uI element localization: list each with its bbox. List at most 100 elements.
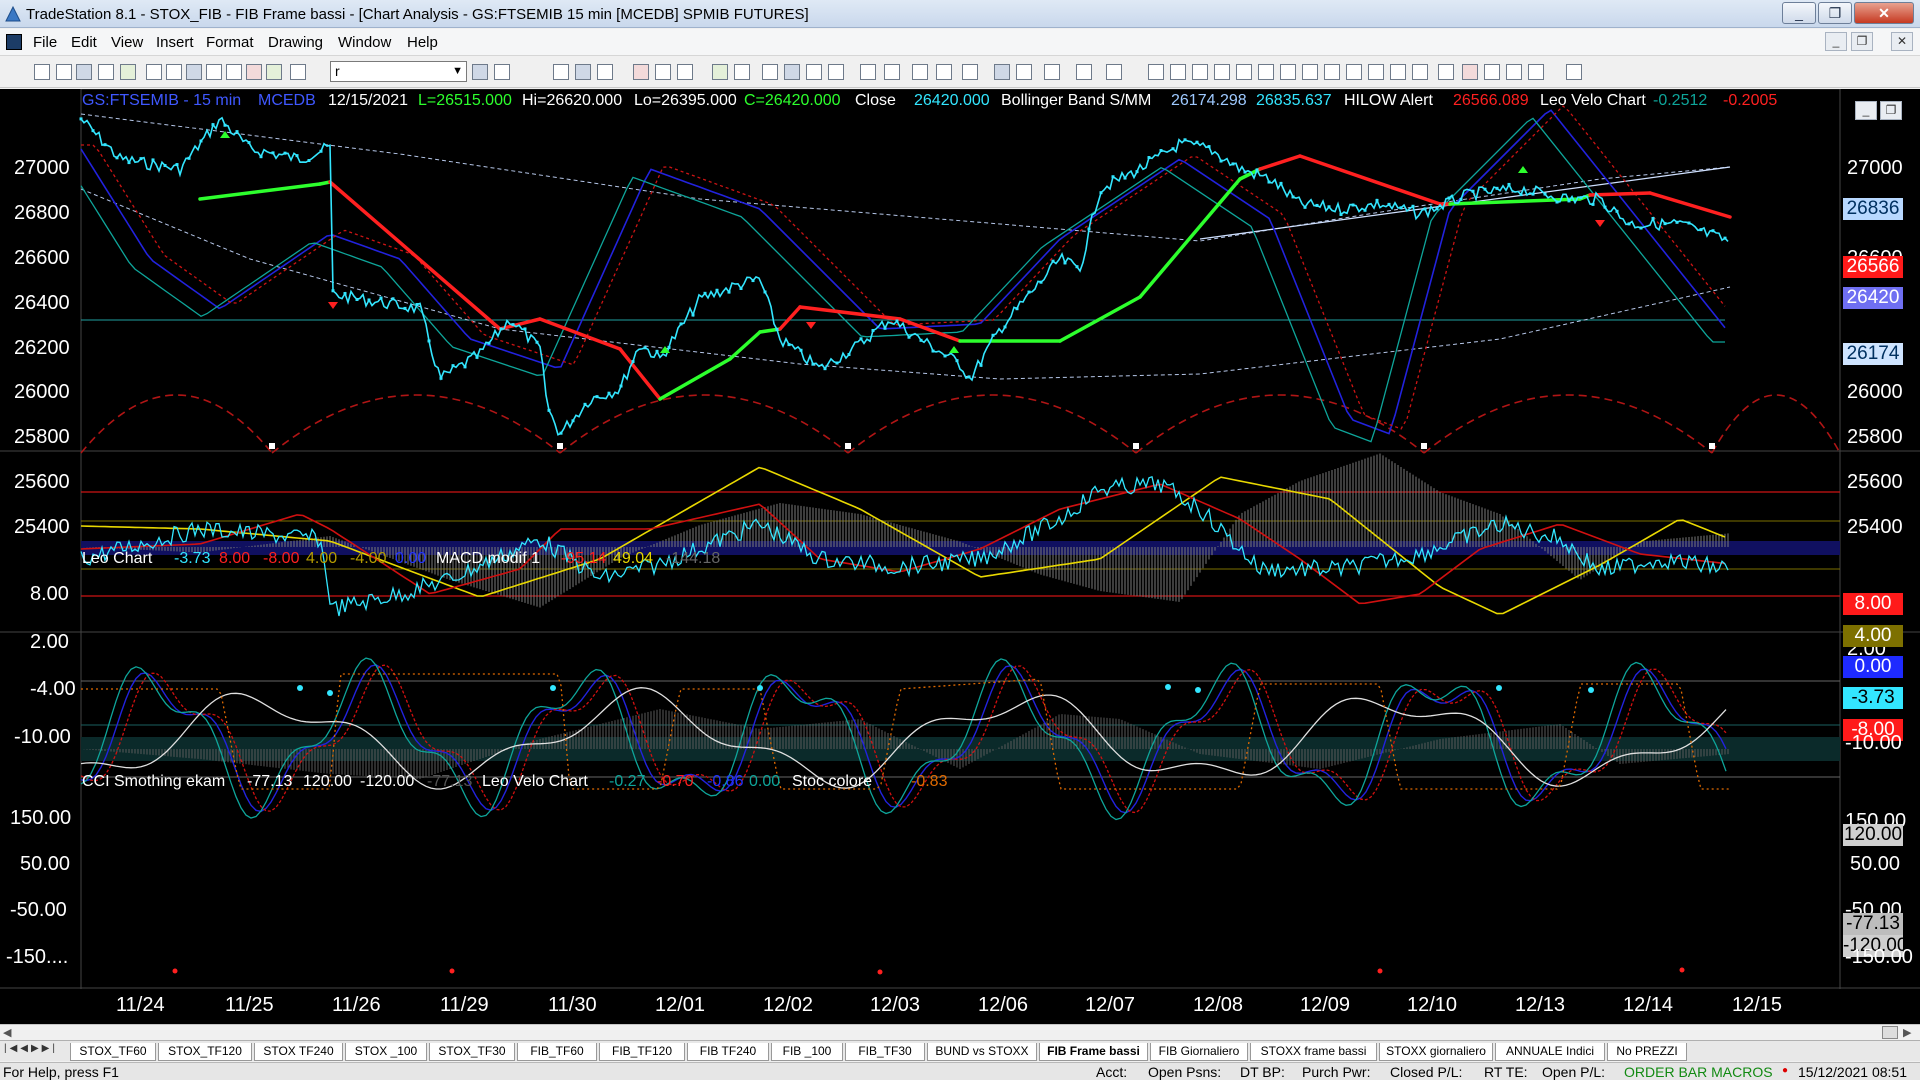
regression-icon[interactable]	[1258, 64, 1274, 80]
close-button[interactable]: ✕	[1854, 2, 1914, 24]
strategy-icon[interactable]	[655, 64, 671, 80]
text-icon[interactable]	[1566, 64, 1582, 80]
tab-stoxx-frame-bassi[interactable]: STOXX frame bassi	[1250, 1043, 1377, 1061]
tab-fib-tf120[interactable]: FIB_TF120	[599, 1043, 685, 1061]
point-figure-icon[interactable]	[828, 64, 844, 80]
hand-icon[interactable]	[1076, 64, 1092, 80]
eraser-icon[interactable]	[1106, 64, 1122, 80]
spiral-icon[interactable]	[1412, 64, 1428, 80]
hilow-band-segment	[328, 180, 502, 331]
bar-chart-icon[interactable]	[762, 64, 778, 80]
undo-icon[interactable]	[246, 64, 262, 80]
chart-doc-icon[interactable]	[6, 34, 22, 50]
chart-restore-button[interactable]: ❐	[1880, 101, 1902, 120]
tab-fib-tf60[interactable]: FIB_TF60	[517, 1043, 597, 1061]
parallel-lines-icon[interactable]	[1170, 64, 1186, 80]
trendline-icon[interactable]	[1148, 64, 1164, 80]
freehand-icon[interactable]	[1438, 64, 1454, 80]
tab-fib-giornaliero[interactable]: FIB Giornaliero	[1150, 1043, 1248, 1061]
andrews-pitchfork-icon[interactable]	[1324, 64, 1340, 80]
minimize-button[interactable]: _	[1782, 2, 1816, 24]
new-icon[interactable]	[34, 64, 50, 80]
chart-minimize-button[interactable]: _	[1855, 101, 1877, 120]
horizontal-line-icon[interactable]	[1192, 64, 1208, 80]
cut-icon[interactable]	[186, 64, 202, 80]
menu-edit[interactable]: Edit	[71, 34, 97, 51]
scroll-left-icon[interactable]: ◀	[3, 1026, 11, 1039]
tools-icon[interactable]	[1044, 64, 1060, 80]
scroll-thumb[interactable]	[1882, 1026, 1898, 1039]
cycle-icon[interactable]	[1390, 64, 1406, 80]
indicator-icon[interactable]	[633, 64, 649, 80]
menu-insert[interactable]: Insert	[156, 34, 194, 51]
order-bar-macros[interactable]: ORDER BAR MACROS	[1624, 1064, 1773, 1080]
tab-stox-tf120[interactable]: STOX_TF120	[158, 1043, 252, 1061]
tab-fib-tf240[interactable]: FIB TF240	[687, 1043, 769, 1061]
maximize-button[interactable]: ❐	[1818, 2, 1852, 24]
crosshair-icon[interactable]	[1016, 64, 1032, 80]
mdi-restore-button[interactable]: ❐	[1851, 32, 1873, 51]
go-arrow-icon[interactable]	[472, 64, 488, 80]
scroll-right-icon[interactable]: ▶	[1903, 1026, 1911, 1039]
tab-stox-tf60[interactable]: STOX_TF60	[70, 1043, 156, 1061]
menu-view[interactable]: View	[111, 34, 143, 51]
tab-annuale-indici[interactable]: ANNUALE Indici	[1495, 1043, 1605, 1061]
chevron-down-icon[interactable]: ▼	[452, 62, 463, 81]
find-symbol-icon[interactable]	[494, 64, 510, 80]
open-icon[interactable]	[56, 64, 72, 80]
radar-screen-icon[interactable]	[575, 64, 591, 80]
menu-format[interactable]: Format	[206, 34, 254, 51]
mdi-minimize-button[interactable]: _	[1825, 32, 1847, 51]
tab-bund-vs-stoxx[interactable]: BUND vs STOXX	[927, 1043, 1037, 1061]
tab-fib-frame-bassi[interactable]: FIB Frame bassi	[1039, 1043, 1148, 1061]
menu-file[interactable]: File	[33, 34, 57, 51]
line-icon[interactable]	[806, 64, 822, 80]
copy-icon[interactable]	[206, 64, 222, 80]
format-icon[interactable]	[712, 64, 728, 80]
print-icon[interactable]	[146, 64, 162, 80]
tab-fib-tf30[interactable]: FIB_TF30	[845, 1043, 925, 1061]
data-window-icon[interactable]	[734, 64, 750, 80]
open-folder-icon[interactable]	[76, 64, 92, 80]
paintbar-icon[interactable]	[677, 64, 693, 80]
pointer-icon[interactable]	[994, 64, 1010, 80]
paste-icon[interactable]	[226, 64, 242, 80]
tab-stox-tf30[interactable]: STOX_TF30	[429, 1043, 515, 1061]
arc-icon[interactable]	[1368, 64, 1384, 80]
chart-area[interactable]: GS:FTSEMIB - 15 min MCEDB 12/15/2021 L=2…	[0, 89, 1920, 1024]
chart-window-icon[interactable]	[553, 64, 569, 80]
tab-stox-tf240[interactable]: STOX TF240	[254, 1043, 343, 1061]
horizontal-scrollbar[interactable]: ◀ ▶	[0, 1024, 1920, 1040]
tab-scroll-icons[interactable]: |◀◀▶▶|	[4, 1043, 58, 1054]
candle-icon[interactable]	[784, 64, 800, 80]
fibonacci-icon[interactable]	[1214, 64, 1230, 80]
menu-help[interactable]: Help	[407, 34, 438, 51]
chart-icon[interactable]	[120, 64, 136, 80]
globe-icon[interactable]	[266, 64, 282, 80]
arrow-icon[interactable]	[1346, 64, 1362, 80]
compress-icon[interactable]	[884, 64, 900, 80]
tab-fib-100[interactable]: FIB _100	[771, 1043, 843, 1061]
menu-drawing[interactable]: Drawing	[268, 34, 323, 51]
quote-window-icon[interactable]	[597, 64, 613, 80]
zoom-in-icon[interactable]	[936, 64, 952, 80]
rectangle-icon[interactable]	[1528, 64, 1544, 80]
tab-no-prezzi[interactable]: No PREZZI	[1607, 1043, 1687, 1061]
print-preview-icon[interactable]	[166, 64, 182, 80]
speed-lines-icon[interactable]	[1302, 64, 1318, 80]
expand-icon[interactable]	[912, 64, 928, 80]
tab-stoxx-giornaliero[interactable]: STOXX giornaliero	[1379, 1043, 1493, 1061]
spacing-icon[interactable]	[860, 64, 876, 80]
vertical-lines-icon[interactable]	[1280, 64, 1296, 80]
tab-stox-100[interactable]: STOX _100	[345, 1043, 427, 1061]
stop-icon[interactable]	[290, 64, 306, 80]
zoom-out-icon[interactable]	[962, 64, 978, 80]
ellipse-icon[interactable]	[1506, 64, 1522, 80]
gann-fan-icon[interactable]	[1236, 64, 1252, 80]
symbol-input[interactable]: r ▼	[330, 61, 467, 82]
new-window-icon[interactable]	[98, 64, 114, 80]
up-arrow-icon[interactable]	[1484, 64, 1500, 80]
menu-window[interactable]: Window	[338, 34, 391, 51]
mdi-close-button[interactable]: ✕	[1891, 32, 1913, 51]
down-arrow-icon[interactable]	[1462, 64, 1478, 80]
